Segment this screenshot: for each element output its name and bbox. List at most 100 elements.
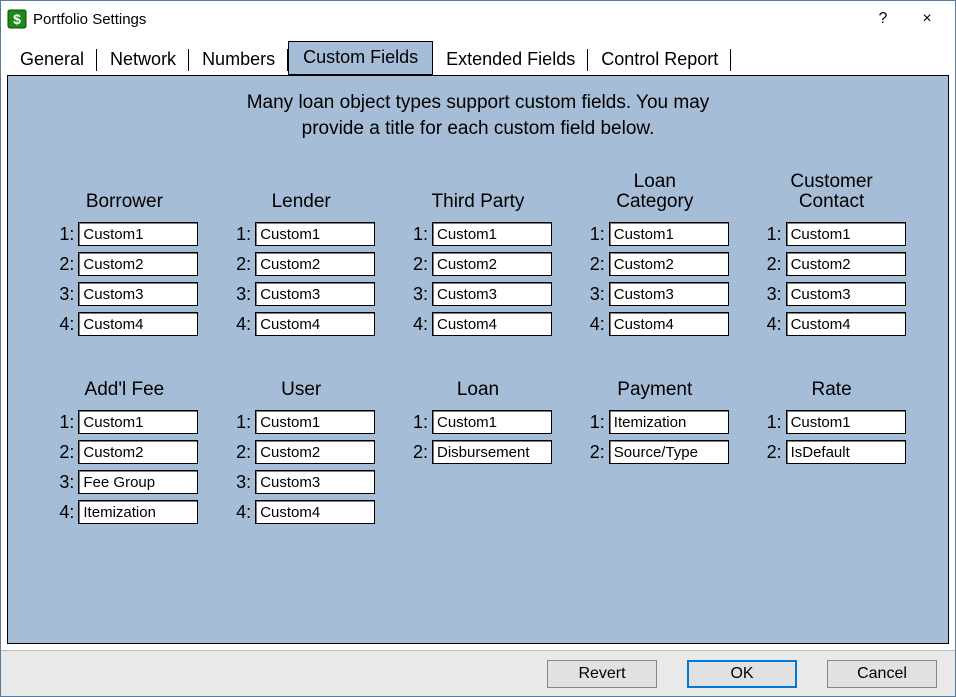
payment-field-2[interactable] bbox=[609, 440, 729, 464]
loan-category-field-2[interactable] bbox=[609, 252, 729, 276]
borrower-field-4[interactable] bbox=[78, 312, 198, 336]
groups-row-top: Borrower 1: 2: 3: 4: Lender 1: 2: 3: 4: … bbox=[18, 165, 938, 339]
field-label: 2: bbox=[227, 254, 251, 275]
addl-fee-field-1[interactable] bbox=[78, 410, 198, 434]
field-label: 1: bbox=[404, 412, 428, 433]
group-title: Rate bbox=[812, 373, 852, 401]
borrower-field-3[interactable] bbox=[78, 282, 198, 306]
group-title: Loan Category bbox=[616, 165, 693, 213]
loan-field-1[interactable] bbox=[432, 410, 552, 434]
customer-contact-field-1[interactable] bbox=[786, 222, 906, 246]
field-label: 4: bbox=[227, 314, 251, 335]
third-party-field-2[interactable] bbox=[432, 252, 552, 276]
field-label: 3: bbox=[50, 472, 74, 493]
help-button[interactable]: ? bbox=[861, 5, 905, 33]
addl-fee-field-3[interactable] bbox=[78, 470, 198, 494]
field-label: 3: bbox=[50, 284, 74, 305]
revert-button[interactable]: Revert bbox=[547, 660, 657, 688]
field-label: 1: bbox=[227, 412, 251, 433]
group-loan-category: Loan Category 1: 2: 3: 4: bbox=[570, 165, 740, 339]
app-dollar-icon: $ bbox=[7, 9, 27, 29]
field-label: 4: bbox=[227, 502, 251, 523]
field-label: 4: bbox=[404, 314, 428, 335]
lender-field-2[interactable] bbox=[255, 252, 375, 276]
content-panel: Many loan object types support custom fi… bbox=[7, 75, 949, 644]
ok-button[interactable]: OK bbox=[687, 660, 797, 688]
group-rate: Rate 1: 2: bbox=[747, 373, 917, 527]
intro-text: Many loan object types support custom fi… bbox=[18, 90, 938, 141]
field-label: 4: bbox=[758, 314, 782, 335]
addl-fee-field-4[interactable] bbox=[78, 500, 198, 524]
field-label: 3: bbox=[758, 284, 782, 305]
field-label: 3: bbox=[227, 472, 251, 493]
group-title: Third Party bbox=[432, 165, 525, 213]
group-title: Loan bbox=[457, 373, 499, 401]
user-field-1[interactable] bbox=[255, 410, 375, 434]
field-label: 2: bbox=[581, 254, 605, 275]
rate-field-2[interactable] bbox=[786, 440, 906, 464]
field-label: 2: bbox=[581, 442, 605, 463]
groups-row-bottom: Add'l Fee 1: 2: 3: 4: User 1: 2: 3: 4: L… bbox=[18, 373, 938, 527]
field-label: 4: bbox=[50, 502, 74, 523]
tab-numbers[interactable]: Numbers bbox=[189, 44, 288, 75]
field-label: 4: bbox=[50, 314, 74, 335]
cancel-button[interactable]: Cancel bbox=[827, 660, 937, 688]
group-payment: Payment 1: 2: bbox=[570, 373, 740, 527]
customer-contact-field-4[interactable] bbox=[786, 312, 906, 336]
rate-field-1[interactable] bbox=[786, 410, 906, 434]
close-button[interactable]: × bbox=[905, 5, 949, 33]
tab-extended-fields[interactable]: Extended Fields bbox=[433, 44, 588, 75]
loan-field-2[interactable] bbox=[432, 440, 552, 464]
field-label: 1: bbox=[758, 412, 782, 433]
group-title: User bbox=[281, 373, 321, 401]
group-title: Add'l Fee bbox=[85, 373, 165, 401]
group-title: Customer Contact bbox=[790, 165, 872, 213]
group-customer-contact: Customer Contact 1: 2: 3: 4: bbox=[747, 165, 917, 339]
user-field-2[interactable] bbox=[255, 440, 375, 464]
button-bar: Revert OK Cancel bbox=[1, 650, 955, 696]
payment-field-1[interactable] bbox=[609, 410, 729, 434]
field-label: 1: bbox=[758, 224, 782, 245]
svg-text:$: $ bbox=[13, 11, 21, 27]
field-label: 1: bbox=[50, 224, 74, 245]
field-label: 2: bbox=[404, 254, 428, 275]
group-loan: Loan 1: 2: bbox=[393, 373, 563, 527]
field-label: 1: bbox=[227, 224, 251, 245]
field-label: 1: bbox=[50, 412, 74, 433]
third-party-field-3[interactable] bbox=[432, 282, 552, 306]
field-label: 1: bbox=[404, 224, 428, 245]
addl-fee-field-2[interactable] bbox=[78, 440, 198, 464]
borrower-field-2[interactable] bbox=[78, 252, 198, 276]
window-title: Portfolio Settings bbox=[33, 11, 146, 28]
field-label: 3: bbox=[404, 284, 428, 305]
tab-control-report[interactable]: Control Report bbox=[588, 44, 731, 75]
tab-custom-fields[interactable]: Custom Fields bbox=[288, 41, 433, 75]
group-borrower: Borrower 1: 2: 3: 4: bbox=[39, 165, 209, 339]
field-label: 2: bbox=[758, 442, 782, 463]
field-label: 4: bbox=[581, 314, 605, 335]
borrower-field-1[interactable] bbox=[78, 222, 198, 246]
tab-network[interactable]: Network bbox=[97, 44, 189, 75]
loan-category-field-4[interactable] bbox=[609, 312, 729, 336]
customer-contact-field-3[interactable] bbox=[786, 282, 906, 306]
loan-category-field-1[interactable] bbox=[609, 222, 729, 246]
lender-field-4[interactable] bbox=[255, 312, 375, 336]
field-label: 2: bbox=[227, 442, 251, 463]
lender-field-1[interactable] bbox=[255, 222, 375, 246]
user-field-3[interactable] bbox=[255, 470, 375, 494]
user-field-4[interactable] bbox=[255, 500, 375, 524]
third-party-field-4[interactable] bbox=[432, 312, 552, 336]
group-third-party: Third Party 1: 2: 3: 4: bbox=[393, 165, 563, 339]
loan-category-field-3[interactable] bbox=[609, 282, 729, 306]
group-title: Borrower bbox=[86, 165, 163, 213]
lender-field-3[interactable] bbox=[255, 282, 375, 306]
customer-contact-field-2[interactable] bbox=[786, 252, 906, 276]
portfolio-settings-window: $ Portfolio Settings ? × General Network… bbox=[0, 0, 956, 697]
third-party-field-1[interactable] bbox=[432, 222, 552, 246]
group-user: User 1: 2: 3: 4: bbox=[216, 373, 386, 527]
field-label: 2: bbox=[404, 442, 428, 463]
group-addl-fee: Add'l Fee 1: 2: 3: 4: bbox=[39, 373, 209, 527]
field-label: 3: bbox=[581, 284, 605, 305]
tab-general[interactable]: General bbox=[7, 44, 97, 75]
field-label: 2: bbox=[758, 254, 782, 275]
